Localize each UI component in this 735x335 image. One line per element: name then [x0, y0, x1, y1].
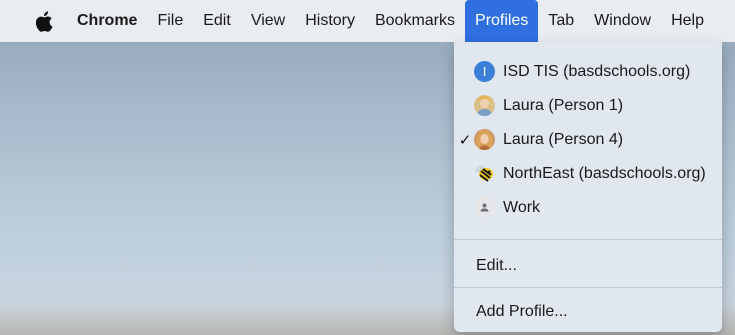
profile-label: ISD TIS (basdschools.org) [503, 63, 691, 80]
profile-item-work[interactable]: Work [454, 191, 722, 225]
profile-label: Laura (Person 4) [503, 131, 624, 148]
edit-profiles-item[interactable]: Edit... [454, 249, 722, 283]
menu-edit[interactable]: Edit [193, 0, 241, 42]
menu-help[interactable]: Help [661, 0, 714, 42]
profile-initial-avatar: I [474, 61, 495, 82]
menu-view[interactable]: View [241, 0, 295, 42]
profile-item-isd-tis[interactable]: I ISD TIS (basdschools.org) [454, 55, 722, 89]
photo-avatar-icon [474, 95, 495, 116]
add-profile-label: Add Profile... [476, 303, 568, 320]
apple-icon[interactable] [34, 10, 54, 32]
profile-label: Work [503, 199, 541, 216]
menu-profiles[interactable]: Profiles [465, 0, 539, 42]
menu-divider [454, 239, 722, 240]
menu-bar: Chrome File Edit View History Bookmarks … [0, 0, 735, 42]
menu-bookmarks[interactable]: Bookmarks [365, 0, 465, 42]
profile-label: Laura (Person 1) [503, 97, 624, 114]
menu-divider [454, 287, 722, 288]
generic-person-icon [474, 197, 495, 218]
profiles-dropdown: I ISD TIS (basdschools.org) Laura (Perso… [454, 42, 722, 332]
profile-label: NorthEast (basdschools.org) [503, 165, 706, 182]
add-profile-item[interactable]: Add Profile... [454, 295, 722, 329]
menu-history[interactable]: History [295, 0, 365, 42]
yellow-jacket-mascot-icon [474, 163, 495, 184]
profile-item-laura-person-1[interactable]: Laura (Person 1) [454, 89, 722, 123]
profile-item-northeast[interactable]: NorthEast (basdschools.org) [454, 157, 722, 191]
edit-label: Edit... [476, 257, 517, 274]
menu-window[interactable]: Window [584, 0, 661, 42]
checkmark-icon: ✓ [458, 132, 472, 149]
menu-tab[interactable]: Tab [538, 0, 584, 42]
menu-chrome[interactable]: Chrome [67, 0, 147, 42]
photo-avatar-icon [474, 129, 495, 150]
profile-item-laura-person-4[interactable]: ✓ Laura (Person 4) [454, 123, 722, 157]
menu-file[interactable]: File [147, 0, 193, 42]
